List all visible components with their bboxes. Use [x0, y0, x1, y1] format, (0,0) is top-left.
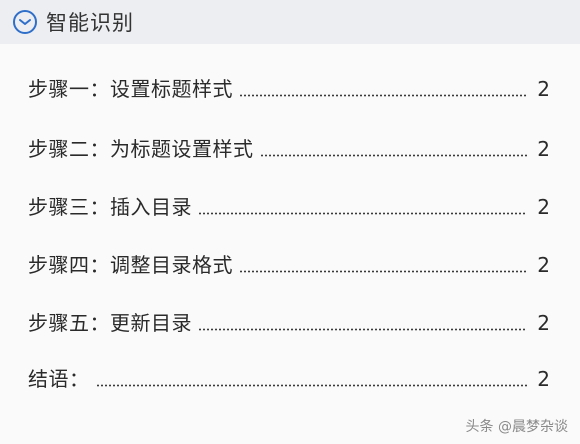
- toc-entry[interactable]: 步骤一：设置标题样式 2: [28, 72, 550, 102]
- toc-entry-label: 步骤五：更新目录: [28, 311, 192, 335]
- toc-entry-label: 步骤三：插入目录: [28, 195, 192, 219]
- toc-page-number: 2: [537, 77, 550, 101]
- toc-entry[interactable]: 步骤四：调整目录格式 2: [28, 248, 550, 278]
- header-title: 智能识别: [46, 11, 134, 35]
- toc-page-number: 2: [537, 367, 550, 391]
- toc-leader-dots: [259, 154, 528, 157]
- collapse-chevron-icon[interactable]: [12, 9, 38, 35]
- toc-entry-label: 步骤一：设置标题样式: [28, 77, 233, 101]
- toc-entry[interactable]: 步骤五：更新目录 2: [28, 306, 550, 336]
- toc-leader-dots: [95, 384, 528, 387]
- toc-leader-dots: [239, 270, 528, 273]
- toc-entry[interactable]: 结语： 2: [28, 362, 550, 392]
- toc-page-number: 2: [537, 137, 550, 161]
- toc-entry-label: 步骤二：为标题设置样式: [28, 137, 254, 161]
- toc-entry[interactable]: 步骤三：插入目录 2: [28, 190, 550, 220]
- toc-page-number: 2: [537, 253, 550, 277]
- toc-leader-dots: [198, 328, 528, 331]
- smart-recognition-header[interactable]: 智能识别: [0, 0, 580, 44]
- toc-page-number: 2: [537, 311, 550, 335]
- toc-entry-label: 步骤四：调整目录格式: [28, 253, 233, 277]
- table-of-contents: 步骤一：设置标题样式 2 步骤二：为标题设置样式 2 步骤三：插入目录 2 步骤…: [0, 44, 580, 444]
- toc-entry[interactable]: 步骤二：为标题设置样式 2: [28, 132, 550, 162]
- toc-leader-dots: [239, 94, 528, 97]
- watermark: 头条 @晨梦杂谈: [465, 419, 568, 435]
- toc-page-number: 2: [537, 195, 550, 219]
- toc-entry-label: 结语：: [28, 367, 90, 391]
- toc-leader-dots: [198, 212, 528, 215]
